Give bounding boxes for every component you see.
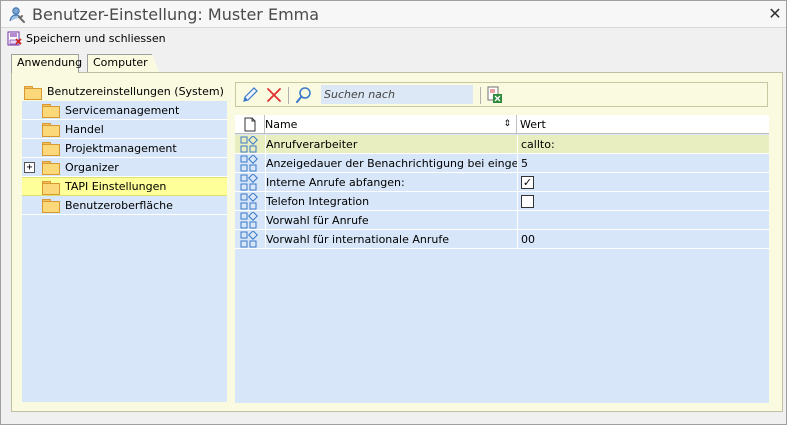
save-and-close-label: Speichern und schliessen xyxy=(26,31,166,45)
row-name: Interne Anrufe abfangen: xyxy=(265,173,517,192)
excel-export-icon[interactable] xyxy=(486,86,504,104)
tree-item-servicemanagement[interactable]: Servicemanagement xyxy=(22,101,227,120)
tree-item-label: Organizer xyxy=(65,160,119,174)
property-icon xyxy=(240,211,258,229)
grid-header: Name ⇕ Wert xyxy=(235,115,769,134)
row-name: Vorwahl für Anrufe xyxy=(265,211,517,230)
search-magnifier-icon[interactable] xyxy=(295,86,313,104)
row-name: Vorwahl für internationale Anrufe xyxy=(265,230,517,249)
row-name: Anzeigedauer der Benachrichtigung bei ei… xyxy=(265,154,517,173)
folder-icon xyxy=(24,85,42,100)
tree-item-label: Projektmanagement xyxy=(65,141,177,155)
table-row[interactable]: Telefon Integration xyxy=(235,192,769,211)
row-name: Telefon Integration xyxy=(265,192,517,211)
tab-computer[interactable]: Computer xyxy=(87,54,159,72)
row-name: Anrufverarbeiter xyxy=(265,135,517,154)
folder-icon xyxy=(42,142,60,156)
main-toolbar: Speichern und schliessen xyxy=(1,28,786,48)
tree-item-benutzeroberflaeche[interactable]: Benutzeroberfläche xyxy=(22,196,227,215)
column-header-wert[interactable]: Wert xyxy=(517,115,769,134)
column-header-name[interactable]: Name ⇕ xyxy=(265,115,517,134)
close-button[interactable]: ✕ xyxy=(767,5,783,23)
property-icon xyxy=(240,173,258,191)
tree-item-label: Benutzeroberfläche xyxy=(65,198,173,212)
user-settings-icon xyxy=(8,6,26,24)
search-input[interactable] xyxy=(321,85,473,104)
tree-item-tapi-einstellungen[interactable]: TAPI Einstellungen xyxy=(22,177,227,196)
save-close-icon xyxy=(7,31,22,45)
grid-toolbar xyxy=(235,82,768,107)
tree-item-handel[interactable]: Handel xyxy=(22,120,227,139)
settings-window: Benutzer-Einstellung: Muster Emma ✕ Spei… xyxy=(0,0,787,425)
tree-root-label: Benutzereinstellungen (System) xyxy=(47,85,224,98)
property-icon xyxy=(240,192,258,210)
tree-item-projektmanagement[interactable]: Projektmanagement xyxy=(22,139,227,158)
telefon-integration-checkbox[interactable] xyxy=(521,195,534,208)
tree-item-organizer[interactable]: + Organizer xyxy=(22,158,227,177)
folder-icon xyxy=(42,161,60,175)
toolbar-separator xyxy=(480,87,481,104)
tree-item-label: TAPI Einstellungen xyxy=(65,180,167,193)
tree-item-label: Servicemanagement xyxy=(65,103,180,117)
property-icon xyxy=(240,154,258,172)
tab-anwendung[interactable]: Anwendung xyxy=(11,54,82,73)
row-value[interactable]: 5 xyxy=(517,154,769,173)
toolbar-separator xyxy=(288,87,289,104)
tree-item-label: Handel xyxy=(65,122,104,136)
save-and-close-button[interactable]: Speichern und schliessen xyxy=(7,29,166,47)
row-value-cell xyxy=(517,192,769,211)
folder-icon xyxy=(42,199,60,213)
folder-icon xyxy=(42,104,60,118)
row-value[interactable]: callto: xyxy=(517,135,769,154)
edit-pencil-icon[interactable] xyxy=(241,86,259,104)
settings-tree: Benutzereinstellungen (System) Servicema… xyxy=(22,82,227,402)
property-icon xyxy=(240,230,258,248)
row-value[interactable]: 00 xyxy=(517,230,769,249)
title-bar: Benutzer-Einstellung: Muster Emma ✕ xyxy=(1,1,786,28)
table-row[interactable]: Anrufverarbeiter callto: xyxy=(235,135,769,154)
folder-icon xyxy=(42,180,60,195)
row-value[interactable] xyxy=(517,211,769,230)
expand-plus-icon[interactable]: + xyxy=(24,162,35,173)
tab-panel-anwendung: Benutzereinstellungen (System) Servicema… xyxy=(11,72,783,412)
interne-anrufe-checkbox[interactable]: ✓ xyxy=(521,176,534,189)
property-icon xyxy=(240,135,258,153)
sort-arrows-icon[interactable]: ⇕ xyxy=(503,115,511,134)
delete-x-icon[interactable] xyxy=(265,86,283,104)
row-value-cell: ✓ xyxy=(517,173,769,192)
column-header-name-label: Name xyxy=(265,118,298,131)
window-title: Benutzer-Einstellung: Muster Emma xyxy=(32,5,320,24)
table-row[interactable]: Interne Anrufe abfangen: ✓ xyxy=(235,173,769,192)
folder-icon xyxy=(42,123,60,137)
tree-root-item[interactable]: Benutzereinstellungen (System) xyxy=(22,82,227,101)
new-document-icon[interactable] xyxy=(235,115,265,134)
table-row[interactable]: Vorwahl für Anrufe xyxy=(235,211,769,230)
table-row[interactable]: Vorwahl für internationale Anrufe 00 xyxy=(235,230,769,249)
table-row[interactable]: Anzeigedauer der Benachrichtigung bei ei… xyxy=(235,154,769,173)
settings-grid: Name ⇕ Wert Anrufverarbeiter callto: Anz… xyxy=(235,115,769,403)
